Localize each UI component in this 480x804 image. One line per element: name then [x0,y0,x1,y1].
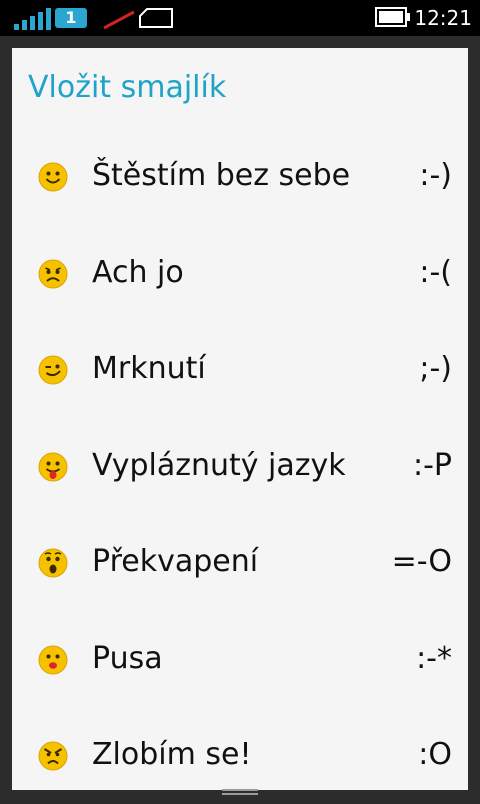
smiley-name: Vypláznutý jazyk [92,447,346,483]
smiley-code: =-O [391,544,452,579]
smiley-code: :-P [412,447,452,483]
tongue-emoji-icon [38,452,68,481]
smiley-name: Zlobím se! [92,737,252,772]
signal-strength-icon [14,8,51,30]
drag-handle-icon[interactable] [222,788,258,798]
sim-indicator: 1 [55,8,87,28]
sad-emoji-icon [38,259,68,288]
wink-emoji-icon [38,355,68,385]
list-item[interactable]: Štěstím bez sebe :-) [12,128,468,225]
no-data-icon [103,10,135,30]
smiley-code: :O [418,737,452,772]
surprised-emoji-icon [38,548,68,578]
smiley-name: Ach jo [92,254,184,290]
clock: 12:21 [414,6,472,30]
list-item[interactable]: Ach jo :-( [12,225,468,322]
list-item[interactable]: Pusa :-* [12,611,468,708]
smiley-name: Mrknutí [92,351,206,386]
list-item[interactable]: Mrknutí ;-) [12,321,468,418]
smiley-name: Překvapení [92,544,259,579]
sim-card-icon [139,8,173,28]
kiss-emoji-icon [38,645,68,674]
status-bar: 1 12:21 [0,0,480,36]
smiley-code: :-( [419,254,452,290]
list-item[interactable]: Překvapení =-O [12,514,468,611]
smiley-name: Štěstím bez sebe [92,158,351,193]
smile-emoji-icon [38,162,68,192]
battery-icon [375,7,410,27]
angry-emoji-icon [38,741,68,771]
smiley-name: Pusa [92,640,163,676]
smiley-code: :-* [416,640,452,676]
dialog-title: Vložit smajlík [28,70,227,105]
smiley-code: :-) [419,158,452,193]
insert-smiley-dialog: Vložit smajlík Štěstím bez sebe :-) Ach … [12,48,468,790]
smiley-code: ;-) [419,351,452,386]
smiley-list: Štěstím bez sebe :-) Ach jo :-( Mrknutí … [12,128,468,804]
list-item[interactable]: Vypláznutý jazyk :-P [12,418,468,515]
